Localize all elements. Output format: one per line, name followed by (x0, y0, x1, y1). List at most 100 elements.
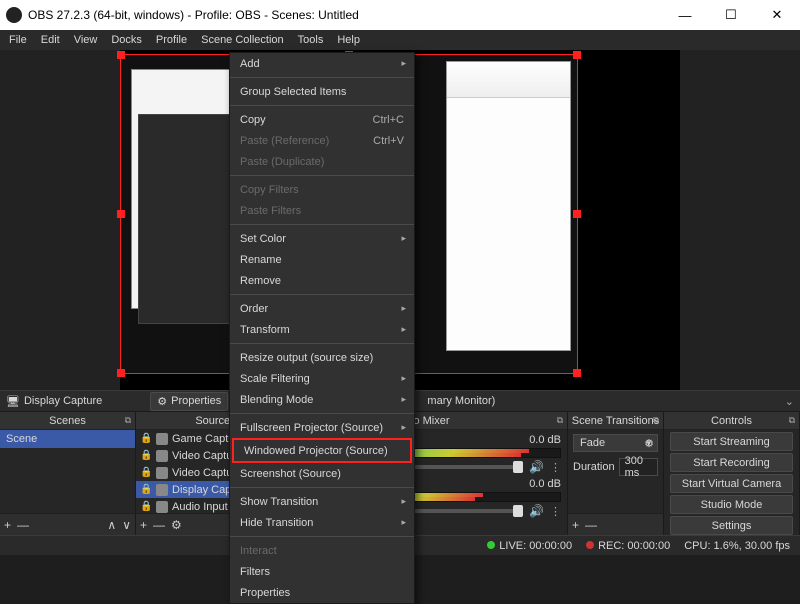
lock-icon[interactable]: 🔒 (140, 450, 152, 462)
resize-handle[interactable] (573, 210, 581, 218)
context-menu-item[interactable]: Fullscreen Projector (Source) (230, 417, 414, 438)
context-menu-item[interactable]: Transform (230, 319, 414, 340)
slider-knob[interactable] (513, 505, 523, 517)
channel-db: 0.0 dB (529, 434, 561, 446)
popout-icon[interactable]: ⧉ (125, 415, 131, 426)
channel-menu-icon[interactable]: ⋮ (550, 461, 561, 474)
slider-knob[interactable] (513, 461, 523, 473)
scene-down-button[interactable]: ∨ (122, 518, 131, 532)
remove-source-button[interactable]: — (153, 518, 165, 532)
source-settings-button[interactable]: ⚙ (171, 518, 182, 532)
menu-tools[interactable]: Tools (291, 32, 331, 48)
transition-gear-icon[interactable]: ⚙ (644, 437, 654, 450)
menu-file[interactable]: File (2, 32, 34, 48)
menu-edit[interactable]: Edit (34, 32, 67, 48)
camera-icon (156, 450, 168, 462)
menu-scene-collection[interactable]: Scene Collection (194, 32, 291, 48)
transitions-panel: Scene Transitions⧉ Fade ⚙ Duration 300 m… (568, 412, 664, 535)
speaker-icon[interactable]: 🔊 (529, 504, 544, 518)
context-menu-item[interactable]: Rename (230, 249, 414, 270)
rec-dot-icon (586, 541, 594, 549)
resize-handle[interactable] (117, 369, 125, 377)
context-menu-item[interactable]: Scale Filtering (230, 368, 414, 389)
context-menu-item[interactable]: Show Transition (230, 491, 414, 512)
lock-icon[interactable]: 🔒 (140, 467, 152, 479)
add-scene-button[interactable]: + (4, 518, 11, 532)
duration-input[interactable]: 300 ms (619, 458, 658, 476)
context-menu-item[interactable]: Order (230, 298, 414, 319)
resize-handle[interactable] (117, 210, 125, 218)
chevron-down-icon[interactable]: ⌄ (785, 395, 794, 408)
menu-separator (230, 77, 414, 78)
monitor-label-fragment: mary Monitor) (427, 395, 495, 407)
context-menu-item[interactable]: Hide Transition (230, 512, 414, 533)
menu-separator (230, 536, 414, 537)
menu-bar: File Edit View Docks Profile Scene Colle… (0, 30, 800, 50)
menu-separator (230, 224, 414, 225)
close-button[interactable]: ✕ (754, 0, 800, 30)
mic-icon (156, 501, 168, 513)
scene-up-button[interactable]: ∧ (107, 518, 116, 532)
lock-icon[interactable]: 🔒 (140, 484, 152, 496)
context-menu-item: Interact (230, 540, 414, 561)
context-menu-item[interactable]: Windowed Projector (Source) (234, 440, 410, 461)
scenes-title: Scenes (49, 415, 86, 427)
remove-transition-button[interactable]: — (585, 518, 597, 532)
context-menu-item[interactable]: Filters (230, 561, 414, 582)
preview-content-right (446, 61, 571, 351)
display-icon: 🖥 (6, 395, 20, 408)
context-menu-item[interactable]: Add (230, 53, 414, 74)
add-transition-button[interactable]: + (572, 518, 579, 532)
control-button[interactable]: Start Streaming (670, 432, 793, 451)
minimize-button[interactable]: — (662, 0, 708, 30)
controls-title: Controls (711, 415, 752, 427)
menu-view[interactable]: View (67, 32, 105, 48)
menu-docks[interactable]: Docks (104, 32, 149, 48)
remove-scene-button[interactable]: — (17, 518, 29, 532)
obs-app-icon (6, 7, 22, 23)
context-menu-item: Paste (Reference)Ctrl+V (230, 130, 414, 151)
duration-label: Duration (573, 461, 615, 473)
mixer-title: o Mixer (413, 415, 449, 427)
context-menu-item[interactable]: Blending Mode (230, 389, 414, 410)
channel-db: 0.0 dB (529, 478, 561, 490)
camera-icon (156, 467, 168, 479)
context-menu-item[interactable]: Properties (230, 582, 414, 603)
add-source-button[interactable]: + (140, 518, 147, 532)
context-menu-item[interactable]: Screenshot (Source) (230, 463, 414, 484)
properties-button[interactable]: ⚙Properties (150, 392, 228, 411)
menu-profile[interactable]: Profile (149, 32, 194, 48)
context-menu-item: Paste (Duplicate) (230, 151, 414, 172)
lock-icon[interactable]: 🔒 (140, 433, 152, 445)
scenes-panel: Scenes ⧉ Scene + — ∧ ∨ (0, 412, 136, 535)
lock-icon[interactable]: 🔒 (140, 501, 152, 513)
menu-separator (230, 343, 414, 344)
context-menu-item: Paste Filters (230, 200, 414, 221)
scene-item[interactable]: Scene (0, 430, 135, 448)
resize-handle[interactable] (573, 369, 581, 377)
context-menu-item[interactable]: Resize output (source size) (230, 347, 414, 368)
control-button[interactable]: Start Recording (670, 453, 793, 472)
menu-separator (230, 487, 414, 488)
control-button[interactable]: Studio Mode (670, 495, 793, 514)
context-menu-item[interactable]: Group Selected Items (230, 81, 414, 102)
popout-icon[interactable]: ⧉ (653, 415, 659, 426)
speaker-icon[interactable]: 🔊 (529, 460, 544, 474)
maximize-button[interactable]: ☐ (708, 0, 754, 30)
channel-menu-icon[interactable]: ⋮ (550, 505, 561, 518)
menu-help[interactable]: Help (330, 32, 367, 48)
context-menu-item[interactable]: CopyCtrl+C (230, 109, 414, 130)
popout-icon[interactable]: ⧉ (557, 415, 563, 426)
resize-handle[interactable] (117, 51, 125, 59)
control-button[interactable]: Settings (670, 516, 793, 535)
controls-panel: Controls ⧉ Start Streaming Start Recording… (664, 412, 800, 535)
cpu-status: CPU: 1.6%, 30.00 fps (684, 540, 790, 552)
menu-separator (230, 413, 414, 414)
resize-handle[interactable] (573, 51, 581, 59)
highlighted-menu-item[interactable]: Windowed Projector (Source) (232, 438, 412, 463)
context-menu-item[interactable]: Set Color (230, 228, 414, 249)
popout-icon[interactable]: ⧉ (789, 415, 795, 426)
control-button[interactable]: Start Virtual Camera (670, 474, 793, 493)
window-title: OBS 27.2.3 (64-bit, windows) - Profile: … (28, 8, 359, 22)
context-menu-item[interactable]: Remove (230, 270, 414, 291)
